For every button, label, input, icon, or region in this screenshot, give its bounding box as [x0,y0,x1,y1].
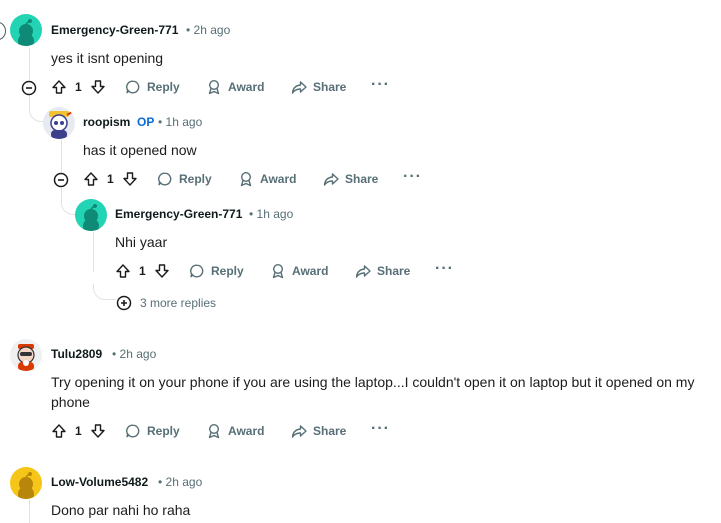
more-options-button[interactable]: ··· [371,76,390,94]
more-options-button[interactable]: ··· [403,168,422,186]
snoo-avatar-icon [83,204,99,231]
award-label: Award [260,172,297,186]
share-label: Share [313,424,347,438]
avatar[interactable] [10,467,42,499]
vote-bar: 1 [115,263,170,279]
reply-icon [158,172,172,186]
award-button[interactable]: Award [206,423,264,439]
share-button[interactable]: Share [323,171,378,187]
reply-icon [126,424,140,438]
comment-timestamp: • 2h ago [158,475,203,489]
collapse-thread-icon[interactable] [21,80,37,101]
reply-icon [190,264,204,278]
award-icon [240,171,252,187]
snoo-avatar-icon [18,19,34,46]
award-label: Award [228,424,265,438]
reply-button[interactable]: Reply [125,79,180,95]
avatar[interactable] [75,199,107,231]
share-icon [291,81,307,94]
reply-button[interactable]: Reply [125,423,180,439]
upvote-icon[interactable] [83,171,99,187]
vote-score: 1 [75,80,82,94]
award-icon [272,263,284,279]
comment-timestamp: • 1h ago [158,115,203,129]
share-icon [291,425,307,438]
downvote-icon[interactable] [122,171,138,187]
snoo-avatar-icon [49,111,73,139]
more-replies-label: 3 more replies [140,296,217,310]
share-label: Share [345,172,379,186]
award-button[interactable]: Award [206,79,264,95]
share-button[interactable]: Share [291,79,346,95]
comment-username[interactable]: Tulu2809 [51,347,102,361]
share-label: Share [313,80,347,94]
downvote-icon[interactable] [90,79,106,95]
comment-body: Try opening it on your phone if you are … [51,374,695,410]
share-label: Share [377,264,411,278]
vote-score: 1 [107,172,114,186]
vote-score: 1 [139,264,146,278]
collapse-thread-icon[interactable] [53,172,69,193]
more-options-button[interactable]: ··· [371,420,390,438]
comment-body: yes it isnt opening [51,50,164,66]
reply-button[interactable]: Reply [189,263,244,279]
comment-body: has it opened now [83,142,197,158]
vote-bar: 1 [83,171,138,187]
comment-username[interactable]: Emergency-Green-771 [51,23,178,37]
award-icon [208,79,220,95]
comment-body: Nhi yaar [115,234,168,250]
upvote-icon[interactable] [51,79,67,95]
avatar[interactable] [43,107,75,139]
vote-bar: 1 [51,79,106,95]
vote-bar: 1 [51,423,106,439]
upvote-icon[interactable] [115,263,131,279]
downvote-icon[interactable] [90,423,106,439]
reply-label: Reply [211,264,244,278]
award-icon [208,423,220,439]
upvote-icon[interactable] [51,423,67,439]
comment-username[interactable]: Low-Volume5482 [51,475,148,489]
award-button[interactable]: Award [270,263,328,279]
comment-timestamp: • 1h ago [249,207,294,221]
award-button[interactable]: Award [238,171,296,187]
reply-button[interactable]: Reply [157,171,212,187]
more-options-button[interactable]: ··· [435,260,454,278]
downvote-icon[interactable] [154,263,170,279]
comment-timestamp: • 2h ago [112,347,157,361]
comment-timestamp: • 2h ago [186,23,231,37]
reply-label: Reply [147,424,180,438]
comment-body: Dono par nahi ho raha [51,502,191,518]
avatar[interactable] [10,14,42,46]
snoo-avatar-icon [18,472,34,499]
share-button[interactable]: Share [355,263,410,279]
award-label: Award [228,80,265,94]
vote-score: 1 [75,424,82,438]
avatar[interactable] [10,339,42,371]
more-replies-button[interactable]: 3 more replies [116,295,216,311]
partial-edge-icon [0,22,6,40]
reply-icon [126,80,140,94]
award-label: Award [292,264,329,278]
share-icon [323,173,339,186]
reply-label: Reply [147,80,180,94]
comment-username[interactable]: roopism [83,115,130,129]
plus-circle-icon [116,295,132,311]
reply-label: Reply [179,172,212,186]
share-icon [355,265,371,278]
op-badge: OP [137,115,155,129]
share-button[interactable]: Share [291,423,346,439]
snoo-avatar-icon [17,344,35,371]
comment-username[interactable]: Emergency-Green-771 [115,207,242,221]
